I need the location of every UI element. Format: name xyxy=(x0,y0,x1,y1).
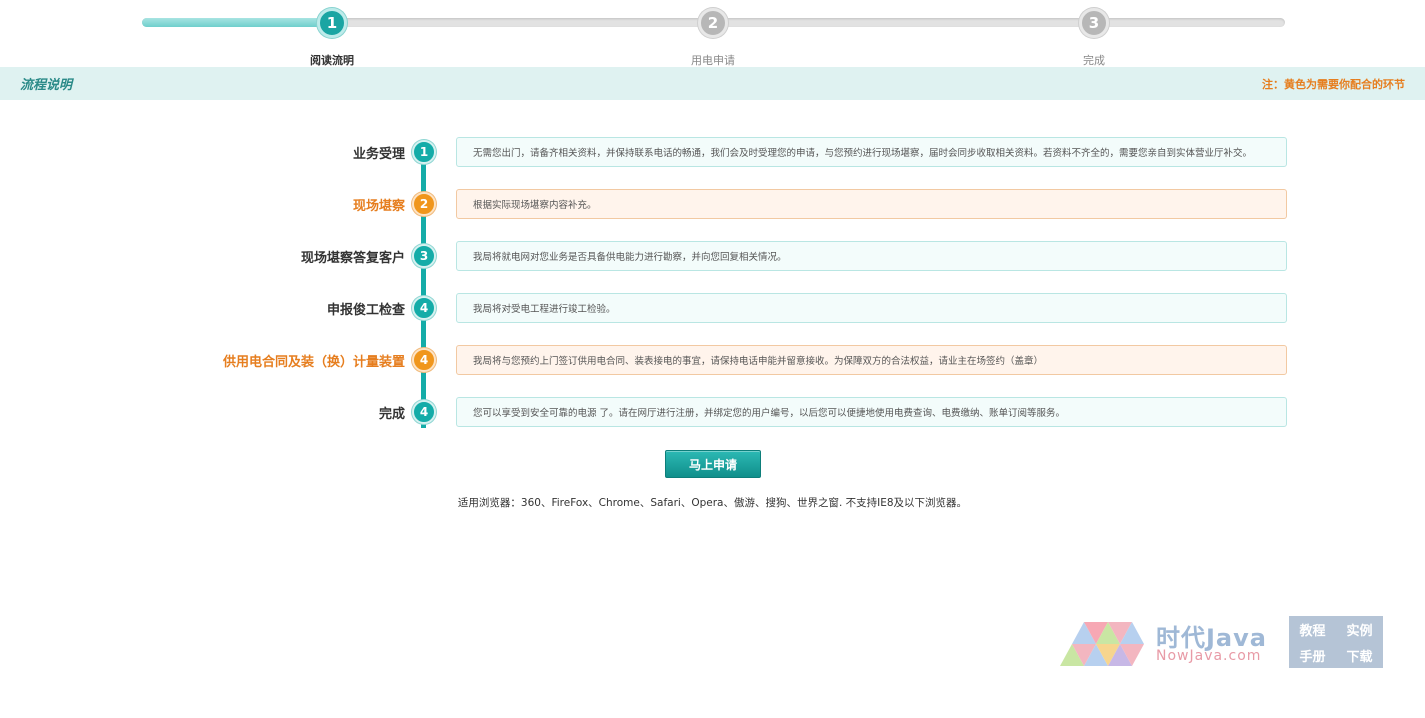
timeline-item-name: 现场堪察 xyxy=(352,199,405,214)
step-1-label: 阅读流明 xyxy=(310,54,354,67)
timeline-item-name: 申报俊工检查 xyxy=(326,303,405,318)
timeline-item-number: 3 xyxy=(412,244,436,268)
progress-stepper: 1 阅读流明 2 用电申请 3 完成 xyxy=(0,0,1425,68)
watermark-link-tutorial[interactable]: 教程 xyxy=(1289,616,1336,642)
timeline-item-number: 4 xyxy=(412,400,436,424)
timeline-item-number: 4 xyxy=(412,296,436,320)
step-1-circle: 1 xyxy=(317,8,347,38)
timeline-item-name: 业务受理 xyxy=(352,147,405,162)
timeline-item: 完成 4 您可以享受到安全可靠的电源 了。请在网厅进行注册，并绑定您的用户编号，… xyxy=(0,397,1425,427)
apply-now-button[interactable]: 马上申请 xyxy=(665,450,761,478)
timeline-item: 申报俊工检查 4 我局将对受电工程进行竣工检验。 xyxy=(0,293,1425,323)
timeline-item-description: 根据实际现场堪察内容补充。 xyxy=(456,189,1287,219)
step-3-circle: 3 xyxy=(1079,8,1109,38)
step-3-label: 完成 xyxy=(1083,54,1105,67)
watermark: 时代Java NowJava.com 教程 实例 手册 下载 xyxy=(1058,616,1388,672)
timeline-item-number: 4 xyxy=(412,348,436,372)
watermark-links: 教程 实例 手册 下载 xyxy=(1289,616,1383,668)
timeline-item: 业务受理 1 无需您出门，请备齐相关资料，并保持联系电话的畅通，我们会及时受理您… xyxy=(0,137,1425,167)
timeline-item: 供用电合同及装（换）计量装置 4 我局将与您预约上门签订供用电合同、装表接电的事… xyxy=(0,345,1425,375)
timeline-item-description: 我局将就电网对您业务是否具备供电能力进行勘察，并向您回复相关情况。 xyxy=(456,241,1287,271)
section-title: 流程说明 xyxy=(20,78,73,93)
process-timeline: 业务受理 1 无需您出门，请备齐相关资料，并保持联系电话的畅通，我们会及时受理您… xyxy=(0,130,1425,430)
timeline-item-description: 我局将对受电工程进行竣工检验。 xyxy=(456,293,1287,323)
browser-compatibility-note: 适用浏览器：360、FireFox、Chrome、Safari、Opera、傲游… xyxy=(457,497,968,509)
timeline-item-description: 您可以享受到安全可靠的电源 了。请在网厅进行注册，并绑定您的用户编号，以后您可以… xyxy=(456,397,1287,427)
watermark-link-examples[interactable]: 实例 xyxy=(1336,616,1383,642)
watermark-domain: NowJava.com xyxy=(1156,648,1262,664)
watermark-link-manual[interactable]: 手册 xyxy=(1289,642,1336,668)
timeline-item-name: 供用电合同及装（换）计量装置 xyxy=(222,355,405,370)
timeline-item-description: 我局将与您预约上门签订供用电合同、装表接电的事宜，请保持电话申能并留意接收。为保… xyxy=(456,345,1287,375)
triangles-logo-icon xyxy=(1060,622,1144,666)
timeline-item-number: 1 xyxy=(412,140,436,164)
timeline-item-number: 2 xyxy=(412,192,436,216)
timeline-item-name: 现场堪察答复客户 xyxy=(300,251,405,266)
section-note: 注：黄色为需要你配合的环节 xyxy=(1262,77,1405,91)
timeline-item-name: 完成 xyxy=(378,407,405,422)
progress-track-fill xyxy=(142,18,332,27)
timeline-item-description: 无需您出门，请备齐相关资料，并保持联系电话的畅通，我们会及时受理您的申请，与您预… xyxy=(456,137,1287,167)
section-header: 流程说明 注：黄色为需要你配合的环节 xyxy=(0,67,1425,100)
timeline-item: 现场堪察答复客户 3 我局将就电网对您业务是否具备供电能力进行勘察，并向您回复相… xyxy=(0,241,1425,271)
watermark-link-download[interactable]: 下载 xyxy=(1336,642,1383,668)
step-2-label: 用电申请 xyxy=(691,54,735,67)
timeline-item: 现场堪察 2 根据实际现场堪察内容补充。 xyxy=(0,189,1425,219)
step-2-circle: 2 xyxy=(698,8,728,38)
